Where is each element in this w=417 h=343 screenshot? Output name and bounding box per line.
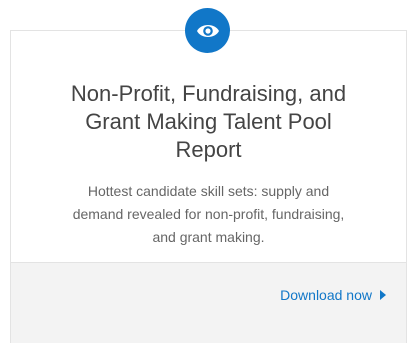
download-now-label: Download now — [280, 287, 372, 303]
eye-icon — [185, 8, 230, 53]
caret-right-icon — [380, 290, 386, 300]
download-now-link[interactable]: Download now — [280, 287, 386, 303]
report-title-line: Grant Making Talent Pool — [85, 109, 332, 134]
report-title-line: Non-Profit, Fundraising, and — [70, 81, 347, 106]
report-description: Hottest candidate skill sets: supply and… — [20, 180, 397, 249]
report-description-line: Hottest candidate skill sets: supply and — [87, 183, 330, 199]
report-title-line: Report — [175, 137, 242, 162]
card-footer: Download now — [10, 262, 407, 343]
report-description-line: demand revealed for non-profit, fundrais… — [72, 206, 345, 222]
report-title: Non-Profit, Fundraising, and Grant Makin… — [10, 80, 407, 164]
report-description-line: and grant making. — [152, 229, 265, 245]
